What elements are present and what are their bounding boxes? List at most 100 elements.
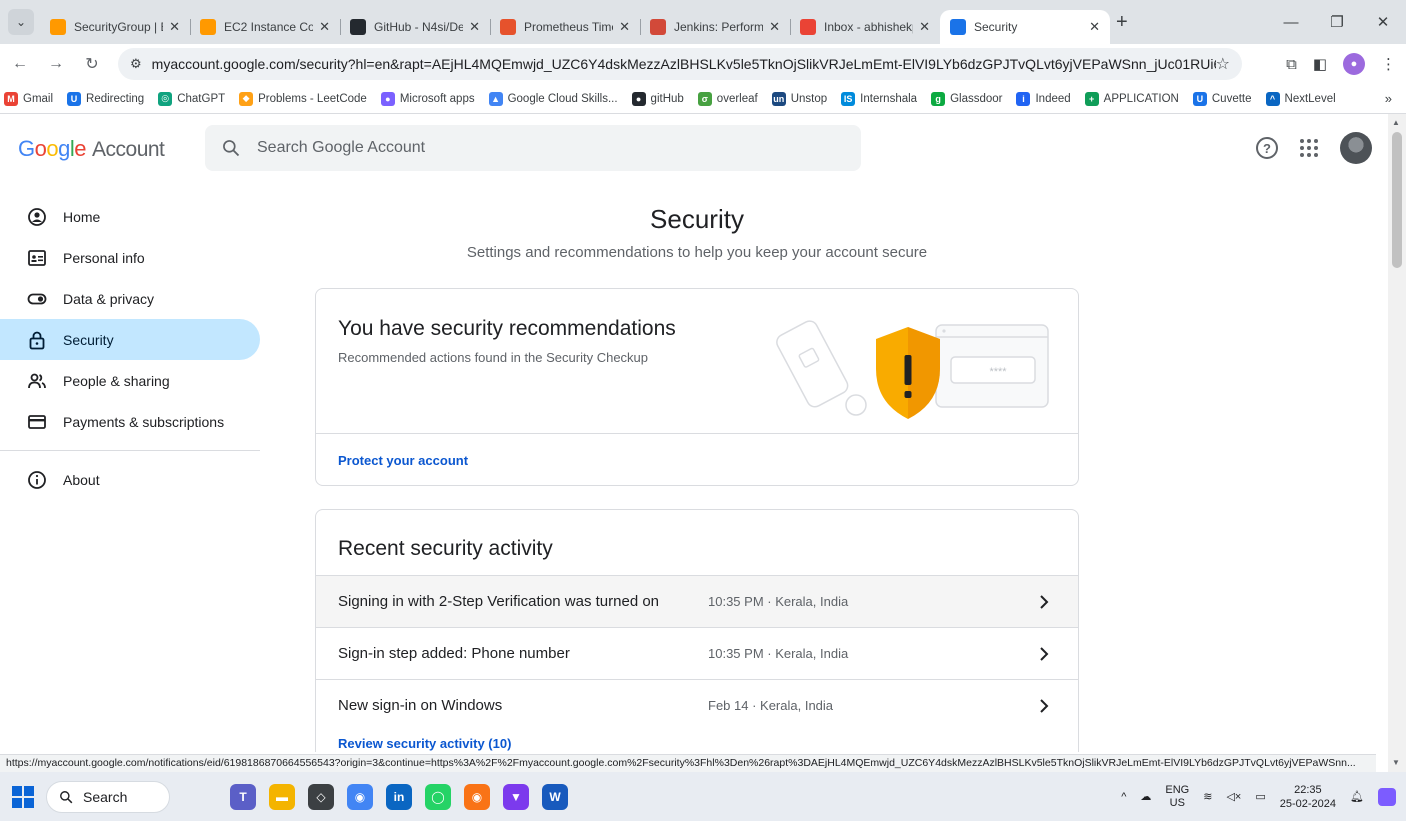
bookmark-label: Glassdoor [950, 92, 1003, 105]
notification-bell-icon[interactable]: 🔔︎ [1350, 790, 1364, 803]
tray-chevron-icon[interactable]: ^ [1121, 791, 1126, 803]
sidebar-item-personal-info[interactable]: Personal info [0, 237, 260, 278]
address-url: myaccount.google.com/security?hl=en&rapt… [151, 56, 1216, 72]
word-icon[interactable]: W [542, 783, 568, 810]
taskbar-clock[interactable]: 22:35 25-02-2024 [1280, 783, 1336, 811]
site-info-icon[interactable]: ⚙ [130, 56, 142, 72]
browser-tab[interactable]: Inbox - abhishekporu ✕ [790, 10, 940, 44]
account-search-box[interactable] [205, 125, 861, 171]
security-shield-illustration: **** [776, 320, 1049, 419]
activity-row[interactable]: New sign-in on Windows Feb 14 · Kerala, I… [316, 679, 1078, 731]
more-bookmarks-button[interactable]: » [1385, 91, 1392, 106]
bookmark-label: Redirecting [86, 92, 145, 105]
file-explorer-icon[interactable]: ▬ [269, 783, 295, 810]
battery-icon[interactable]: ▭ [1255, 790, 1265, 803]
extensions-icon[interactable]: ⧉ [1286, 56, 1297, 73]
taskbar-search[interactable]: Search [46, 780, 170, 813]
search-input[interactable] [257, 139, 817, 157]
volume-icon[interactable]: ◁× [1226, 790, 1241, 803]
bookmark-item[interactable]: un Unstop [771, 91, 827, 106]
language-indicator[interactable]: ENG US [1165, 784, 1189, 810]
close-tab-icon[interactable]: ✕ [319, 19, 330, 35]
toggle-icon [27, 289, 47, 309]
bookmark-item[interactable]: g Glassdoor [931, 91, 1003, 106]
close-window-button[interactable]: ✕ [1360, 0, 1406, 44]
bookmark-item[interactable]: ● gitHub [631, 91, 684, 106]
onedrive-icon[interactable]: ☁ [1140, 790, 1151, 803]
sidebar-item-data-privacy[interactable]: Data & privacy [0, 278, 260, 319]
forward-button[interactable]: → [40, 48, 72, 80]
sidebar-item-home[interactable]: Home [0, 196, 260, 237]
browser-menu-icon[interactable]: ⋮ [1381, 55, 1396, 73]
bookmark-item[interactable]: ◆ Problems - LeetCode [239, 91, 367, 106]
activity-row[interactable]: Sign-in step added: Phone number 10:35 PM… [316, 627, 1078, 679]
whatsapp-icon[interactable]: ◯ [425, 783, 451, 810]
close-tab-icon[interactable]: ✕ [769, 19, 780, 35]
linkedin-icon[interactable]: in [386, 783, 412, 810]
new-tab-button[interactable]: + [1116, 11, 1128, 34]
scrollbar-thumb[interactable] [1392, 132, 1402, 268]
sidebar-item-payments-subscriptions[interactable]: Payments & subscriptions [0, 401, 260, 442]
protect-account-link[interactable]: Protect your account [338, 453, 468, 468]
vscode-icon[interactable]: ◇ [308, 783, 334, 810]
browser-tab[interactable]: EC2 Instance Connect ✕ [190, 10, 340, 44]
minimize-button[interactable]: — [1268, 0, 1314, 44]
activity-meta: 10:35 PM · Kerala, India [708, 594, 849, 609]
bookmark-item[interactable]: M Gmail [4, 91, 53, 106]
scroll-down-arrow[interactable]: ▼ [1392, 758, 1400, 767]
restore-button[interactable]: ❐ [1314, 0, 1360, 44]
bookmark-item[interactable]: ▲ Google Cloud Skills... [488, 91, 618, 106]
apps-grid-icon[interactable] [1300, 139, 1318, 157]
activity-row[interactable]: Signing in with 2-Step Verification was … [316, 575, 1078, 627]
close-tab-icon[interactable]: ✕ [919, 19, 930, 35]
bookmark-favicon-icon: g [931, 91, 946, 106]
bookmark-favicon-icon: σ [697, 91, 712, 106]
bookmark-label: gitHub [650, 92, 684, 105]
close-tab-icon[interactable]: ✕ [169, 19, 180, 35]
side-panel-icon[interactable]: ◧ [1313, 55, 1327, 73]
bookmark-item[interactable]: ● Microsoft apps [380, 91, 475, 106]
bookmark-item[interactable]: + APPLICATION [1084, 91, 1179, 106]
tab-favicon-icon [350, 19, 366, 35]
wifi-icon[interactable]: ≋ [1203, 790, 1212, 803]
back-button[interactable]: ← [4, 48, 36, 80]
bookmark-item[interactable]: ^ NextLevel [1265, 91, 1336, 106]
help-icon[interactable]: ? [1256, 137, 1278, 159]
chrome-icon[interactable]: ◉ [347, 783, 373, 810]
browser-tab[interactable]: SecurityGroup | EC2 | ✕ [40, 10, 190, 44]
google-account-logo[interactable]: Google Account [18, 136, 165, 162]
scroll-up-arrow[interactable]: ▲ [1392, 118, 1400, 127]
chrome-dev-icon[interactable]: ◉ [464, 783, 490, 810]
bookmark-item[interactable]: σ overleaf [697, 91, 758, 106]
copilot-icon[interactable] [1378, 787, 1396, 806]
browser-tab[interactable]: Prometheus Time Se ✕ [490, 10, 640, 44]
windows-start-icon[interactable] [12, 785, 34, 808]
address-bar[interactable]: ⚙ myaccount.google.com/security?hl=en&ra… [118, 48, 1242, 80]
bookmark-item[interactable]: IS Internshala [841, 91, 917, 106]
review-activity-link[interactable]: Review security activity (10) [338, 736, 511, 751]
sidebar-item-people-sharing[interactable]: People & sharing [0, 360, 260, 401]
sidebar-item-security[interactable]: Security [0, 319, 260, 360]
vpn-icon[interactable]: ▼ [503, 783, 529, 810]
page-scrollbar[interactable]: ▲ ▼ [1388, 114, 1406, 772]
close-tab-icon[interactable]: ✕ [1089, 19, 1100, 35]
close-tab-icon[interactable]: ✕ [619, 19, 630, 35]
bookmark-star-icon[interactable]: ☆ [1216, 54, 1230, 74]
bookmark-item[interactable]: ◎ ChatGPT [158, 91, 225, 106]
sidebar-item-label: Personal info [63, 249, 145, 266]
tab-search-button[interactable]: ⌄ [8, 9, 34, 35]
browser-profile-icon[interactable]: ● [1343, 53, 1365, 75]
reload-button[interactable]: ↻ [76, 48, 108, 80]
bookmark-item[interactable]: U Redirecting [67, 91, 145, 106]
info-icon [27, 470, 47, 490]
avatar[interactable] [1340, 132, 1372, 164]
lock-icon [27, 330, 47, 350]
browser-tab[interactable]: GitHub - N4si/DevSe ✕ [340, 10, 490, 44]
teams-app-icon[interactable]: T [230, 783, 256, 810]
close-tab-icon[interactable]: ✕ [469, 19, 480, 35]
bookmark-item[interactable]: i Indeed [1016, 91, 1071, 106]
bookmark-item[interactable]: U Cuvette [1192, 91, 1252, 106]
browser-tab[interactable]: Jenkins: Performance ✕ [640, 10, 790, 44]
sidebar-item-about[interactable]: About [0, 459, 260, 500]
browser-tab[interactable]: Security ✕ [940, 10, 1110, 44]
